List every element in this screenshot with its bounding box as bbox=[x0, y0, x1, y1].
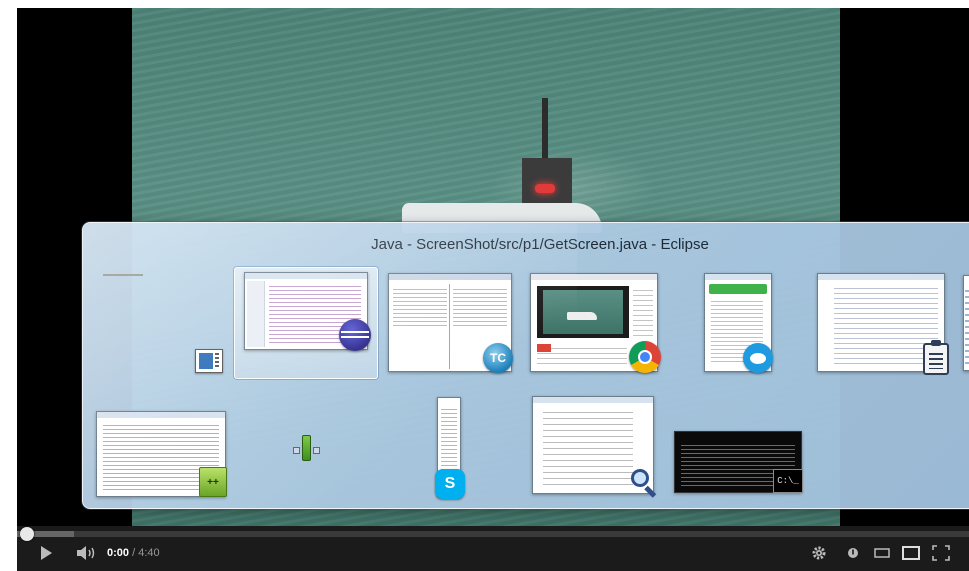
window-thumb-overflow[interactable] bbox=[963, 275, 969, 371]
window-switcher: Java - ScreenShot/src/p1/GetScreen.java … bbox=[82, 222, 969, 509]
annotations-button[interactable] bbox=[845, 544, 861, 562]
magnifier-icon bbox=[629, 467, 659, 498]
player-controls: 0:00 / 4:40 bbox=[17, 526, 969, 571]
gadget-icon bbox=[291, 433, 321, 463]
skype-icon: S bbox=[435, 469, 465, 499]
clipboard-icon bbox=[923, 340, 949, 375]
time-total: / 4:40 bbox=[132, 547, 160, 559]
eclipse-icon bbox=[339, 319, 371, 351]
gear-icon bbox=[812, 546, 826, 560]
progress-bar[interactable] bbox=[17, 527, 969, 541]
window-thumb-desktop[interactable] bbox=[93, 267, 233, 377]
large-player-icon bbox=[902, 546, 920, 560]
chat-icon bbox=[743, 343, 773, 373]
total-commander-icon: TC bbox=[483, 343, 513, 373]
time-current: 0:00 bbox=[107, 547, 130, 559]
cmd-icon: C:\_ bbox=[773, 469, 803, 493]
fullscreen-button[interactable] bbox=[931, 544, 951, 562]
time-display: 0:00 / 4:40 bbox=[107, 544, 160, 562]
play-button[interactable] bbox=[35, 544, 57, 562]
large-player-button[interactable] bbox=[901, 544, 921, 562]
boat-mast bbox=[542, 98, 548, 163]
boat-light bbox=[535, 184, 555, 193]
notepadpp-icon: ++ bbox=[199, 467, 227, 497]
annotations-icon bbox=[848, 548, 858, 558]
chrome-icon bbox=[629, 341, 661, 373]
desktop-dots bbox=[103, 274, 143, 276]
settings-button[interactable] bbox=[810, 544, 828, 562]
boat-cabin bbox=[522, 158, 572, 206]
desktop-icon bbox=[195, 349, 223, 373]
fullscreen-icon bbox=[932, 545, 950, 561]
volume-button[interactable] bbox=[75, 544, 101, 562]
small-player-icon bbox=[874, 548, 890, 558]
volume-icon bbox=[77, 546, 95, 560]
play-icon bbox=[41, 546, 52, 560]
switcher-title: Java - ScreenShot/src/p1/GetScreen.java … bbox=[371, 236, 709, 253]
small-player-button[interactable] bbox=[873, 544, 891, 562]
progress-handle[interactable] bbox=[20, 527, 34, 541]
